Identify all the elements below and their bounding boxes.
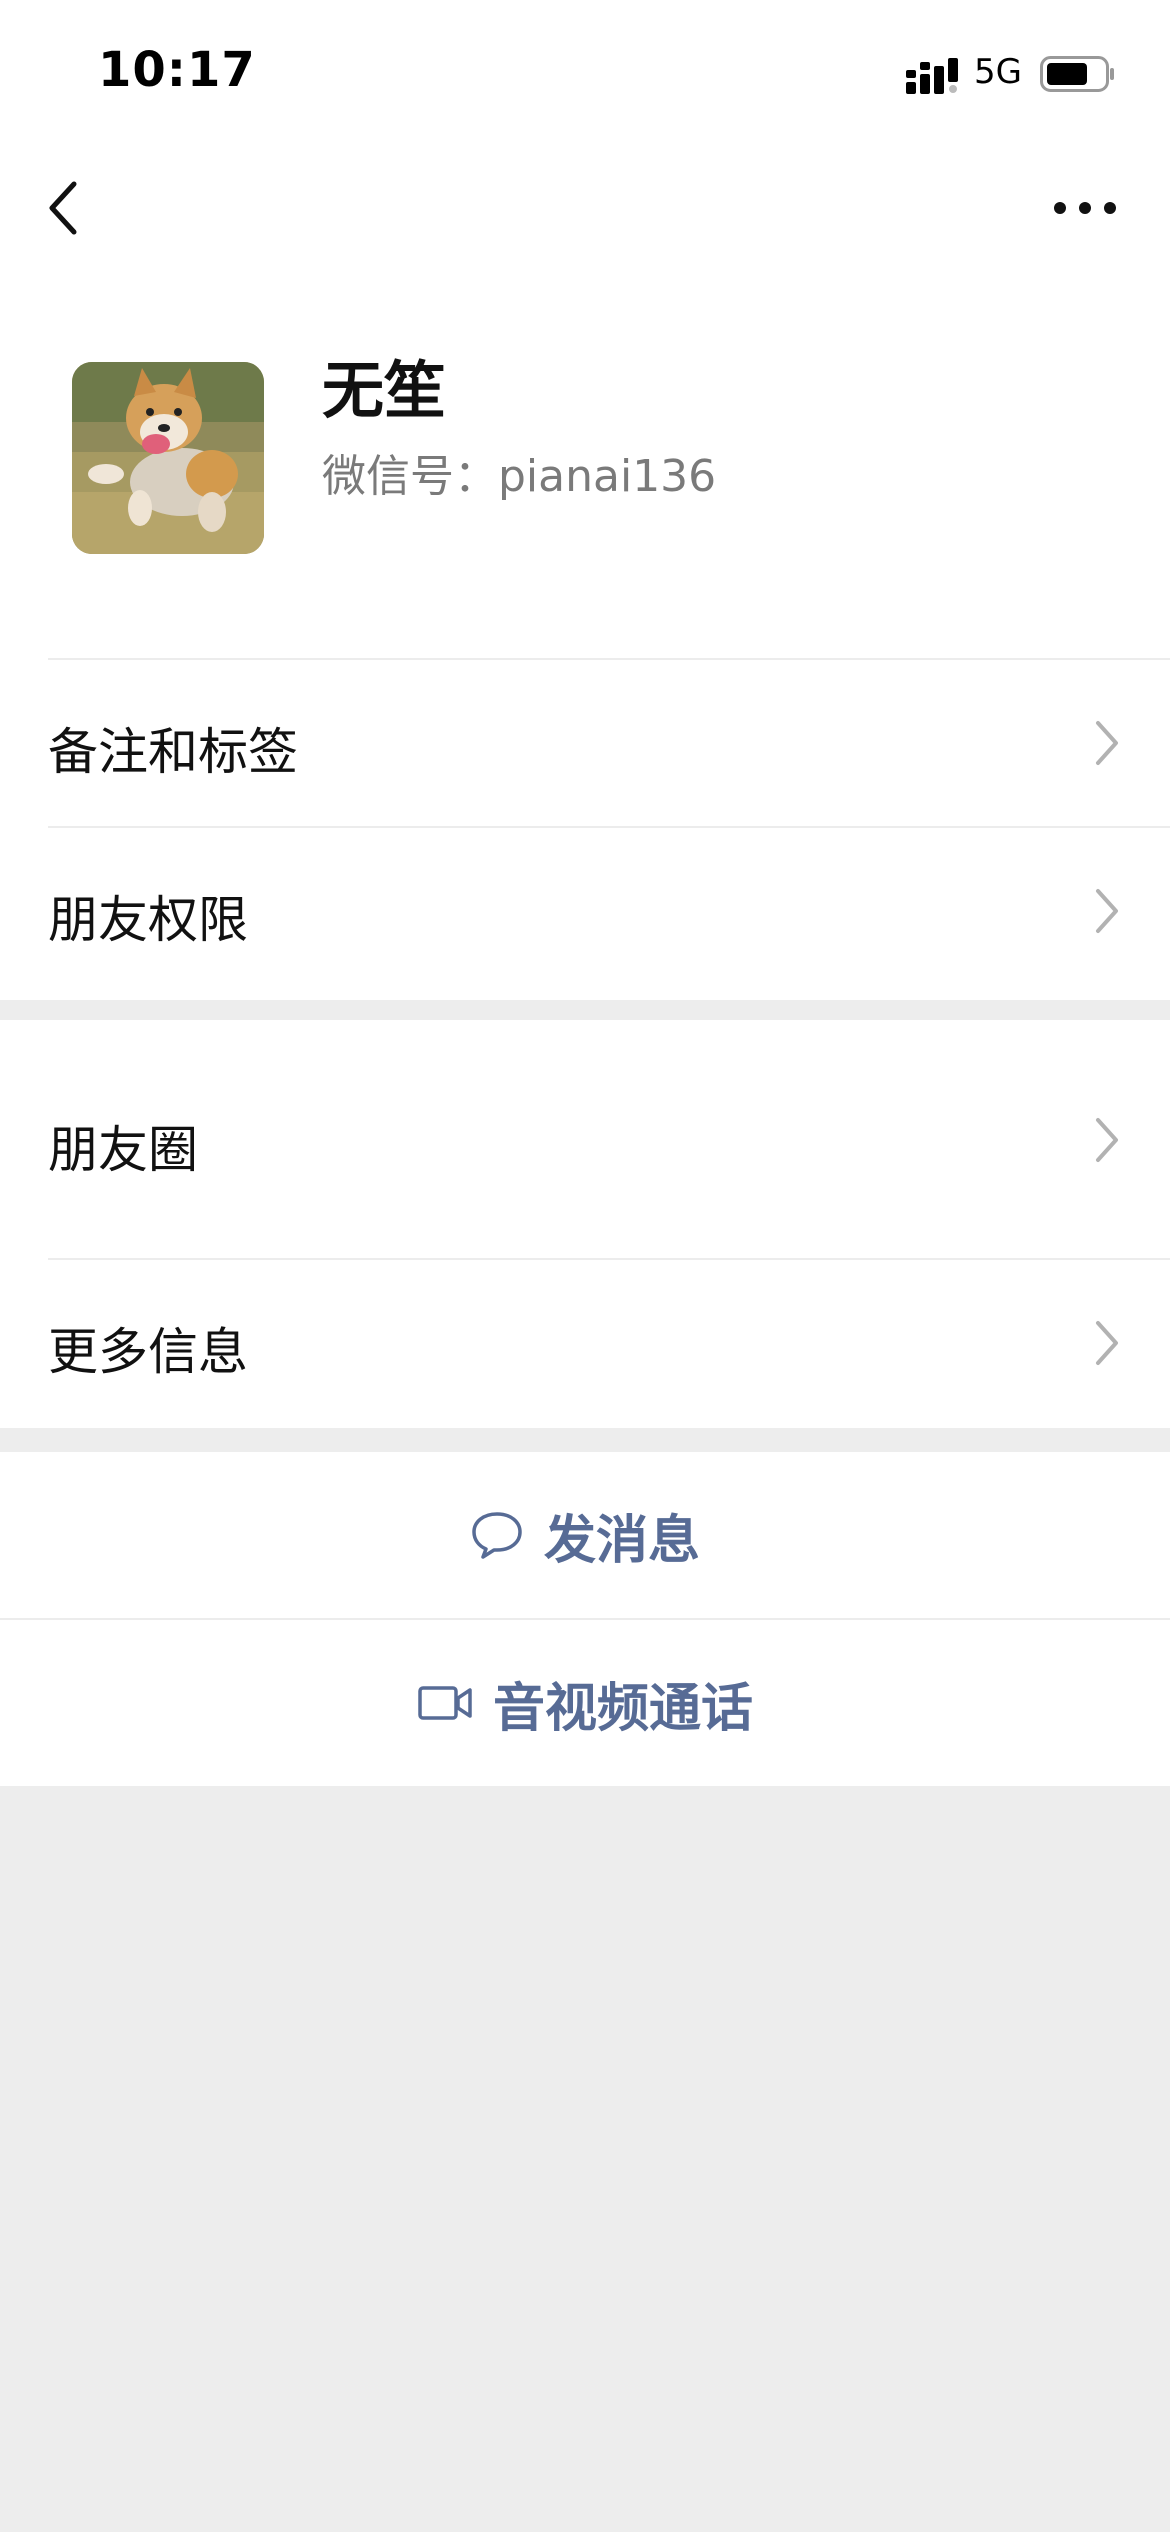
chevron-right-icon	[1096, 889, 1118, 933]
corgi-avatar[interactable]	[72, 362, 264, 554]
corgi-avatar-image	[72, 362, 264, 554]
row-label: 备注和标签	[48, 723, 298, 781]
row-remarks-and-tags[interactable]: 备注和标签	[0, 660, 1170, 826]
wechat-id: 微信号：pianai136	[322, 451, 717, 502]
row-label: 更多信息	[48, 1323, 248, 1381]
chat-bubble-icon	[472, 1512, 522, 1559]
send-message-button[interactable]: 发消息	[0, 1452, 1170, 1618]
video-call-label: 音视频通话	[492, 1678, 753, 1739]
contact-profile-screen: 10:17 5G 无笙 微信号：pianai136 备注和标签 朋友权限 朋友圈…	[0, 0, 1170, 2532]
chevron-right-icon	[1096, 721, 1118, 765]
signal-bars-icon	[906, 58, 958, 94]
row-moments[interactable]: 朋友圈	[0, 1020, 1170, 1258]
row-label: 朋友权限	[48, 891, 248, 949]
video-call-button[interactable]: 音视频通话	[0, 1620, 1170, 1786]
video-camera-icon	[418, 1686, 472, 1720]
more-dots-icon[interactable]	[1050, 182, 1120, 234]
row-label: 朋友圈	[48, 1121, 198, 1179]
contact-name: 无笙	[322, 354, 447, 427]
profile-header-area: 10:17 5G 无笙 微信号：pianai136 备注和标签 朋友权限	[0, 0, 1170, 1000]
status-time: 10:17	[98, 42, 256, 98]
chevron-right-icon	[1096, 1118, 1118, 1162]
chevron-right-icon	[1096, 1321, 1118, 1365]
actions-section: 发消息 音视频通话	[0, 1452, 1170, 1786]
battery-icon	[1040, 56, 1114, 92]
back-chevron-icon[interactable]	[40, 178, 96, 238]
profile-summary: 无笙 微信号：pianai136	[0, 340, 1170, 580]
row-more-info[interactable]: 更多信息	[0, 1260, 1170, 1426]
info-section: 朋友圈 更多信息	[0, 1020, 1170, 1428]
navigation-bar	[0, 160, 1170, 256]
network-type: 5G	[974, 52, 1022, 92]
send-message-label: 发消息	[543, 1510, 700, 1571]
status-bar: 10:17 5G	[0, 0, 1170, 150]
row-friend-permissions[interactable]: 朋友权限	[0, 828, 1170, 994]
